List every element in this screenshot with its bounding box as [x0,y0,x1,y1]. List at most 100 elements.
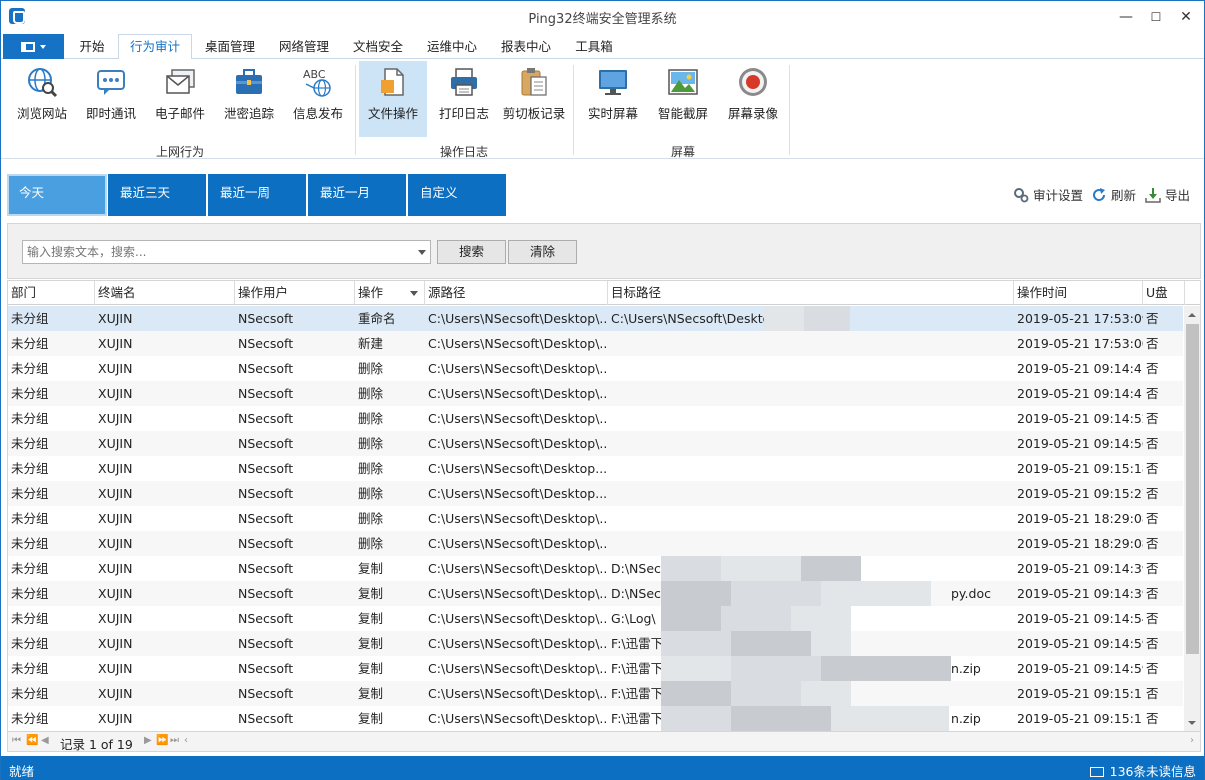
table-row[interactable]: 未分组 XUJIN NSecsoft 删除 C:\Users\NSecsoft\Desk… [8,456,1183,481]
realtime-screen-button[interactable]: 实时屏幕 [581,61,645,137]
smart-screenshot-button[interactable]: 智能截屏 [651,61,715,137]
table-row[interactable]: 未分组 XUJIN NSecsoft 复制 C:\Users\NSecsoft\Desk… [8,706,1183,731]
maximize-button[interactable]: ☐ [1141,5,1171,29]
column-header-source-path[interactable]: 源路径 [425,281,608,305]
scroll-left-icon[interactable]: ‹ [184,735,188,746]
column-header-terminal[interactable]: 终端名 [95,281,235,305]
screen-recording-button[interactable]: 屏幕录像 [721,61,785,137]
tab-ops-center[interactable]: 运维中心 [421,36,483,60]
leak-tracking-label: 泄密追踪 [223,106,274,121]
table-row[interactable]: 未分组 XUJIN NSecsoft 删除 C:\Users\NSecsoft\Desk… [8,531,1183,556]
cell-terminal: XUJIN [98,486,133,501]
monitor-icon [599,70,627,95]
instant-messaging-button[interactable]: 即时通讯 [80,61,142,137]
export-button[interactable]: 导出 [1145,185,1190,204]
tab-report-center[interactable]: 报表中心 [495,36,557,60]
table-row[interactable]: 未分组 XUJIN NSecsoft 删除 C:\Users\NSecsoft\Desk… [8,406,1183,431]
vertical-scrollbar[interactable] [1184,306,1200,731]
scroll-right-icon[interactable]: › [1190,735,1194,746]
cell-source-path: C:\Users\NSecsoft\Desktop\... [428,661,608,676]
filter-dropdown-icon[interactable] [410,291,418,296]
cell-operation: 删除 [358,361,384,376]
redacted-block [764,306,804,331]
column-header-time[interactable]: 操作时间 [1014,281,1143,305]
cell-time: 2019-05-21 17:53:09 [1017,311,1143,326]
prev-page-fast-icon[interactable]: ⏪ [26,735,38,746]
table-row[interactable]: 未分组 XUJIN NSecsoft 删除 C:\Users\NSecsoft\Desk… [8,431,1183,456]
cell-time: 2019-05-21 09:15:27 [1017,486,1143,501]
date-tab-custom[interactable]: 自定义 [408,174,506,216]
table-row[interactable]: 未分组 XUJIN NSecsoft 复制 C:\Users\NSecsoft\Desk… [8,656,1183,681]
table-row[interactable]: 未分组 XUJIN NSecsoft 删除 C:\Users\NSecsoft\Desk… [8,356,1183,381]
cell-user: NSecsoft [238,386,294,401]
search-button[interactable]: 搜索 [437,240,506,264]
column-header-department[interactable]: 部门 [8,281,95,305]
table-row[interactable]: 未分组 XUJIN NSecsoft 复制 C:\Users\NSecsoft\Desk… [8,681,1183,706]
cell-time: 2019-05-21 09:15:11 [1017,686,1143,701]
clipboard-record-button[interactable]: 剪切板记录 [499,61,569,137]
smart-screenshot-label: 智能截屏 [657,106,708,121]
tab-desktop-management[interactable]: 桌面管理 [199,36,261,60]
tab-toolbox[interactable]: 工具箱 [569,36,619,60]
cell-operation: 删除 [358,511,384,526]
cell-operation: 复制 [358,561,384,576]
file-operation-button[interactable]: 文件操作 [359,61,427,137]
table-row[interactable]: 未分组 XUJIN NSecsoft 复制 C:\Users\NSecsoft\Desk… [8,631,1183,656]
print-log-button[interactable]: 打印日志 [433,61,495,137]
cell-user: NSecsoft [238,586,294,601]
column-header-target-path[interactable]: 目标路径 [608,281,1014,305]
cell-user: NSecsoft [238,461,294,476]
cell-operation: 复制 [358,586,384,601]
table-row[interactable]: 未分组 XUJIN NSecsoft 新建 C:\Users\NSecsoft\Desk… [8,331,1183,356]
unread-messages[interactable]: 136条未读信息 [1089,761,1196,780]
table-row[interactable]: 未分组 XUJIN NSecsoft 删除 C:\Users\NSecsoft\Desk… [8,481,1183,506]
table-row[interactable]: 未分组 XUJIN NSecsoft 删除 C:\Users\NSecsoft\Desk… [8,506,1183,531]
table-row[interactable]: 未分组 XUJIN NSecsoft 复制 C:\Users\NSecsoft\Desk… [8,581,1183,606]
tab-behavior-audit[interactable]: 行为审计 [118,34,192,60]
last-page-icon[interactable]: ⏭ [170,735,179,746]
cell-usb: 否 [1146,711,1159,726]
cell-target-path [608,456,1014,481]
next-page-fast-icon[interactable]: ⏩ [156,735,168,746]
redacted-block [721,606,791,631]
cell-time: 2019-05-21 09:14:39 [1017,561,1143,576]
close-button[interactable]: ✕ [1171,5,1201,29]
search-dropdown-button[interactable] [415,240,431,264]
table-row[interactable]: 未分组 XUJIN NSecsoft 复制 C:\Users\NSecsoft\Desk… [8,606,1183,631]
leak-tracking-button[interactable]: 泄密追踪 [218,61,280,137]
app-menu-button[interactable] [3,34,64,59]
prev-page-icon[interactable]: ◀ [41,735,49,746]
redacted-block [721,556,801,581]
browse-website-button[interactable]: 浏览网站 [11,61,73,137]
cell-terminal: XUJIN [98,661,133,676]
tab-start[interactable]: 开始 [72,36,112,60]
date-tab-today[interactable]: 今天 [7,174,107,216]
date-tab-last-month[interactable]: 最近一月 [308,174,406,216]
refresh-button[interactable]: 刷新 [1091,185,1136,204]
column-header-operation[interactable]: 操作 [355,281,425,305]
column-header-user[interactable]: 操作用户 [235,281,355,305]
scroll-down-icon[interactable] [1184,714,1200,731]
date-tab-last-week[interactable]: 最近一周 [208,174,306,216]
first-page-icon[interactable]: ⏮ [12,735,21,746]
column-header-usb[interactable]: U盘 [1143,281,1185,305]
redacted-block [801,681,851,706]
next-page-icon[interactable]: ▶ [144,735,152,746]
date-tab-last-3-days[interactable]: 最近三天 [108,174,206,216]
clear-button[interactable]: 清除 [508,240,577,264]
table-row[interactable]: 未分组 XUJIN NSecsoft 重命名 C:\Users\NSecsoft\Des… [8,306,1183,331]
email-button[interactable]: 电子邮件 [149,61,211,137]
scrollbar-thumb[interactable] [1186,324,1199,654]
minimize-button[interactable]: — [1111,5,1141,29]
table-row[interactable]: 未分组 XUJIN NSecsoft 复制 C:\Users\NSecsoft\Desk… [8,556,1183,581]
search-input[interactable] [22,240,416,264]
table-row[interactable]: 未分组 XUJIN NSecsoft 删除 C:\Users\NSecsoft\Desk… [8,381,1183,406]
tab-document-security[interactable]: 文档安全 [347,36,409,60]
cell-usb: 否 [1146,586,1159,601]
refresh-icon [1093,188,1106,201]
tab-network-management[interactable]: 网络管理 [273,36,335,60]
cell-time: 2019-05-21 09:14:41 [1017,386,1143,401]
scroll-up-icon[interactable] [1184,306,1200,323]
audit-settings-button[interactable]: 审计设置 [1013,185,1083,204]
info-publish-button[interactable]: ABC 信息发布 [287,61,349,137]
